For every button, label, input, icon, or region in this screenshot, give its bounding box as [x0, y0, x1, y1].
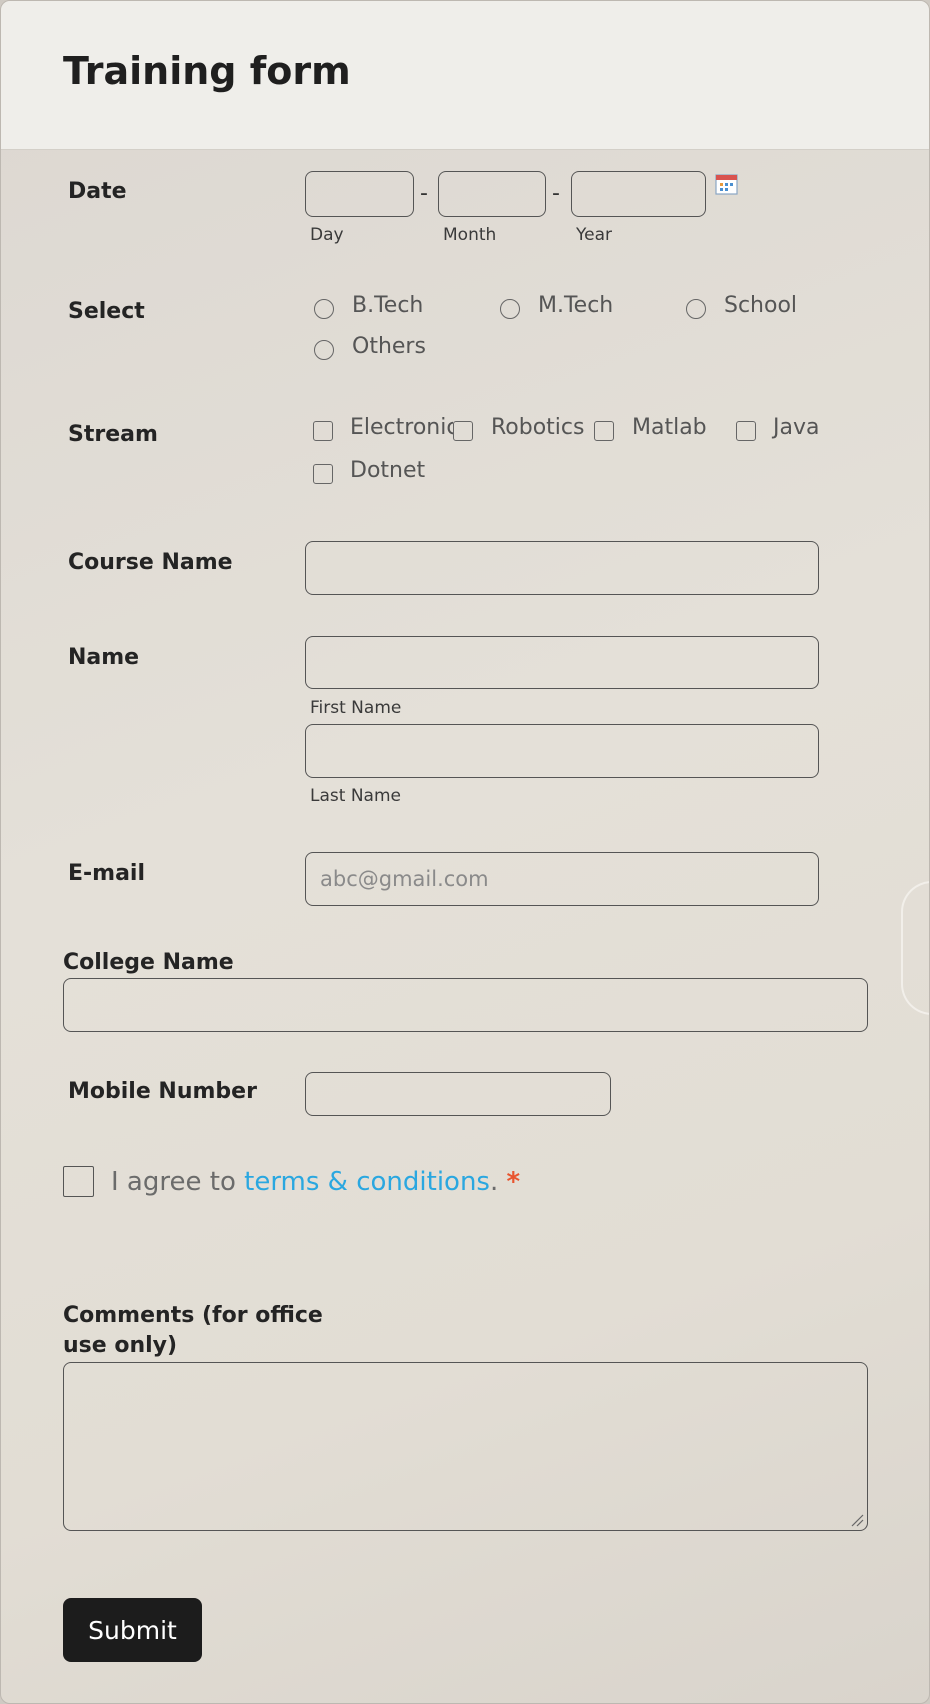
comments-textarea[interactable]	[63, 1362, 868, 1531]
month-input[interactable]	[438, 171, 546, 217]
checkbox-label-electronic: Electronic	[350, 415, 453, 440]
course-name-label: Course Name	[68, 550, 233, 575]
decorative-curve	[901, 881, 929, 1015]
checkbox-java[interactable]	[736, 421, 756, 441]
checkbox-label-matlab: Matlab	[632, 415, 707, 440]
day-input[interactable]	[305, 171, 414, 217]
mobile-number-label: Mobile Number	[68, 1079, 257, 1104]
college-name-input[interactable]	[63, 978, 868, 1032]
radio-label-others: Others	[352, 334, 426, 359]
checkbox-label-dotnet: Dotnet	[350, 458, 426, 483]
form-header: Training form	[1, 1, 929, 150]
radio-label-btech: B.Tech	[352, 293, 424, 318]
checkbox-matlab[interactable]	[594, 421, 614, 441]
agree-checkbox[interactable]	[63, 1166, 94, 1197]
submit-button[interactable]: Submit	[63, 1598, 202, 1662]
comments-label-line2: use only)	[63, 1333, 178, 1358]
date-separator: -	[420, 181, 428, 206]
terms-link[interactable]: terms & conditions	[244, 1167, 490, 1197]
last-name-input[interactable]	[305, 724, 819, 778]
agree-suffix: .	[489, 1167, 499, 1197]
day-sublabel: Day	[310, 225, 344, 245]
checkbox-electronic[interactable]	[313, 421, 333, 441]
last-name-sublabel: Last Name	[310, 786, 401, 806]
radio-label-school: School	[724, 293, 798, 318]
checkbox-dotnet[interactable]	[313, 464, 333, 484]
comments-label-line1: Comments (for office	[63, 1303, 323, 1328]
email-label: E-mail	[68, 861, 146, 886]
date-separator: -	[552, 181, 560, 206]
stream-label: Stream	[68, 422, 158, 447]
year-sublabel: Year	[576, 225, 612, 245]
first-name-input[interactable]	[305, 636, 819, 689]
form-title: Training form	[63, 49, 351, 93]
checkbox-robotics[interactable]	[453, 421, 473, 441]
email-input[interactable]	[305, 852, 819, 906]
select-label: Select	[68, 299, 145, 324]
calendar-icon[interactable]	[715, 173, 738, 195]
resize-grip-icon[interactable]	[850, 1513, 864, 1527]
radio-others[interactable]	[314, 340, 334, 360]
form-page: Training form Date - - Day Month Year Se…	[0, 0, 930, 1704]
radio-label-mtech: M.Tech	[538, 293, 614, 318]
date-label: Date	[68, 179, 127, 204]
checkbox-label-java: Java	[773, 415, 820, 440]
agree-prefix: I agree to	[111, 1167, 245, 1197]
first-name-sublabel: First Name	[310, 698, 402, 718]
radio-mtech[interactable]	[500, 299, 520, 319]
checkbox-label-robotics: Robotics	[491, 415, 585, 440]
name-label: Name	[68, 645, 140, 670]
radio-school[interactable]	[686, 299, 706, 319]
required-asterisk: *	[506, 1167, 521, 1197]
agree-text: I agree to terms & conditions. *	[111, 1167, 520, 1197]
mobile-number-input[interactable]	[305, 1072, 611, 1116]
radio-btech[interactable]	[314, 299, 334, 319]
course-name-input[interactable]	[305, 541, 819, 595]
college-name-label: College Name	[63, 950, 234, 975]
year-input[interactable]	[571, 171, 706, 217]
month-sublabel: Month	[443, 225, 497, 245]
